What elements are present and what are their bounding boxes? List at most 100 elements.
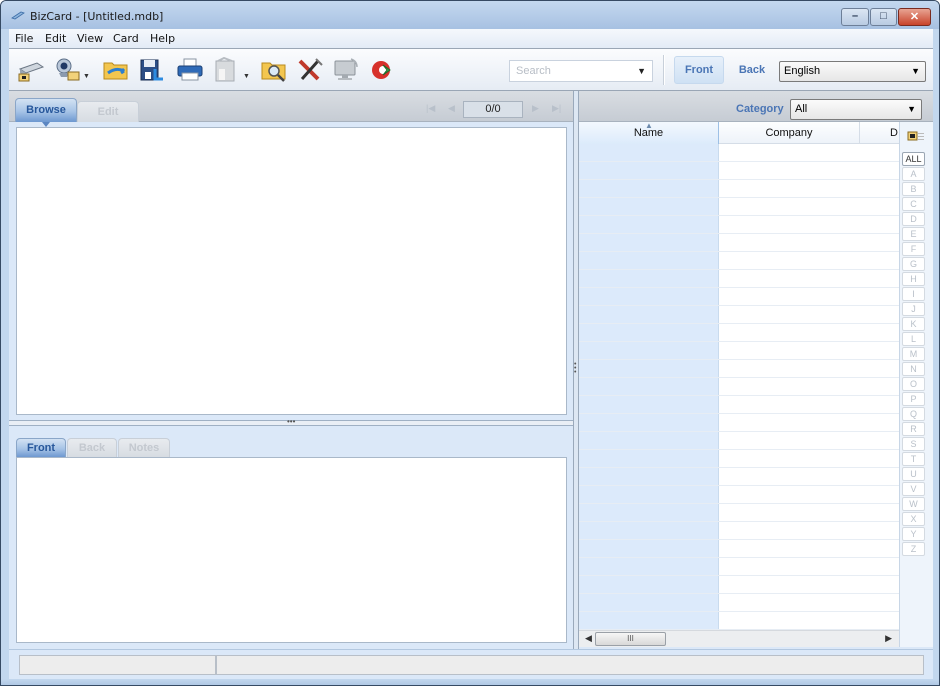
table-row[interactable] — [579, 450, 899, 468]
menu-help[interactable]: Help — [150, 32, 175, 45]
alpha-button-o[interactable]: O — [902, 377, 925, 391]
last-record-icon[interactable]: ▶| — [552, 103, 561, 114]
tab-browse[interactable]: Browse — [15, 98, 77, 127]
name-cell[interactable] — [579, 162, 719, 179]
table-row[interactable] — [579, 180, 899, 198]
photo-view-icon[interactable] — [907, 130, 925, 142]
table-row[interactable] — [579, 522, 899, 540]
name-cell[interactable] — [579, 414, 719, 431]
name-cell[interactable] — [579, 504, 719, 521]
name-cell[interactable] — [579, 324, 719, 341]
activate-icon[interactable] — [369, 57, 397, 83]
table-row[interactable] — [579, 288, 899, 306]
table-row[interactable] — [579, 306, 899, 324]
name-cell[interactable] — [579, 576, 719, 593]
menu-file[interactable]: File — [15, 32, 33, 45]
table-row[interactable] — [579, 216, 899, 234]
alpha-button-v[interactable]: V — [902, 482, 925, 496]
table-row[interactable] — [579, 234, 899, 252]
name-cell[interactable] — [579, 216, 719, 233]
alpha-button-p[interactable]: P — [902, 392, 925, 406]
alpha-button-i[interactable]: I — [902, 287, 925, 301]
name-cell[interactable] — [579, 270, 719, 287]
name-cell[interactable] — [579, 468, 719, 485]
name-cell[interactable] — [579, 180, 719, 197]
column-header-name[interactable]: ▲ Name — [579, 122, 719, 144]
table-row[interactable] — [579, 504, 899, 522]
alpha-button-n[interactable]: N — [902, 362, 925, 376]
horizontal-scrollbar[interactable]: ◀ III ▶ — [579, 630, 899, 647]
table-row[interactable] — [579, 360, 899, 378]
alpha-button-k[interactable]: K — [902, 317, 925, 331]
search-folder-icon[interactable] — [260, 57, 288, 83]
display-icon[interactable] — [332, 57, 360, 83]
scanner-icon[interactable] — [17, 57, 45, 83]
back-button[interactable]: Back — [732, 56, 772, 84]
minimize-button[interactable]: – — [841, 8, 869, 26]
prev-record-icon[interactable]: ◀ — [448, 103, 455, 114]
tab-back[interactable]: Back — [67, 438, 117, 457]
table-row[interactable] — [579, 342, 899, 360]
table-row[interactable] — [579, 576, 899, 594]
category-select[interactable]: All ▼ — [790, 99, 922, 120]
export-icon[interactable] — [212, 57, 240, 83]
name-cell[interactable] — [579, 144, 719, 161]
table-row[interactable] — [579, 198, 899, 216]
name-cell[interactable] — [579, 594, 719, 611]
table-row[interactable] — [579, 144, 899, 162]
alpha-button-b[interactable]: B — [902, 182, 925, 196]
alpha-button-h[interactable]: H — [902, 272, 925, 286]
tab-front[interactable]: Front — [16, 438, 66, 462]
name-cell[interactable] — [579, 522, 719, 539]
name-cell[interactable] — [579, 342, 719, 359]
name-cell[interactable] — [579, 234, 719, 251]
scroll-left-icon[interactable]: ◀ — [585, 633, 592, 644]
close-button[interactable]: ✕ — [898, 8, 931, 26]
alpha-button-s[interactable]: S — [902, 437, 925, 451]
table-row[interactable] — [579, 162, 899, 180]
menu-view[interactable]: View — [77, 32, 103, 45]
alpha-button-e[interactable]: E — [902, 227, 925, 241]
name-cell[interactable] — [579, 378, 719, 395]
column-header-company[interactable]: Company — [719, 122, 860, 144]
save-icon[interactable] — [138, 57, 166, 83]
table-row[interactable] — [579, 432, 899, 450]
alpha-button-j[interactable]: J — [902, 302, 925, 316]
column-header-d[interactable]: D — [860, 122, 899, 144]
webcam-dropdown-arrow[interactable]: ▼ — [83, 73, 90, 80]
print-icon[interactable] — [176, 57, 204, 83]
table-row[interactable] — [579, 270, 899, 288]
alpha-button-z[interactable]: Z — [902, 542, 925, 556]
search-box[interactable]: Search ▼ — [509, 60, 653, 82]
table-row[interactable] — [579, 414, 899, 432]
table-row[interactable] — [579, 540, 899, 558]
name-cell[interactable] — [579, 450, 719, 467]
search-input[interactable]: Search — [516, 65, 551, 77]
alpha-button-u[interactable]: U — [902, 467, 925, 481]
table-row[interactable] — [579, 252, 899, 270]
alpha-button-q[interactable]: Q — [902, 407, 925, 421]
search-dropdown-icon[interactable]: ▼ — [637, 66, 646, 76]
tab-notes[interactable]: Notes — [118, 438, 170, 457]
menu-edit[interactable]: Edit — [45, 32, 66, 45]
tools-icon[interactable] — [296, 57, 324, 83]
open-folder-icon[interactable] — [102, 57, 130, 83]
table-row[interactable] — [579, 378, 899, 396]
name-cell[interactable] — [579, 486, 719, 503]
webcam-icon[interactable] — [53, 57, 81, 83]
alpha-button-f[interactable]: F — [902, 242, 925, 256]
next-record-icon[interactable]: ▶ — [532, 103, 539, 114]
alpha-button-m[interactable]: M — [902, 347, 925, 361]
table-row[interactable] — [579, 594, 899, 612]
scroll-thumb[interactable]: III — [595, 632, 666, 646]
alpha-button-r[interactable]: R — [902, 422, 925, 436]
maximize-button[interactable]: □ — [870, 8, 897, 26]
alpha-button-t[interactable]: T — [902, 452, 925, 466]
alpha-button-l[interactable]: L — [902, 332, 925, 346]
name-cell[interactable] — [579, 396, 719, 413]
name-cell[interactable] — [579, 198, 719, 215]
front-button[interactable]: Front — [674, 56, 724, 84]
tab-edit[interactable]: Edit — [77, 101, 139, 122]
alpha-button-c[interactable]: C — [902, 197, 925, 211]
table-row[interactable] — [579, 396, 899, 414]
